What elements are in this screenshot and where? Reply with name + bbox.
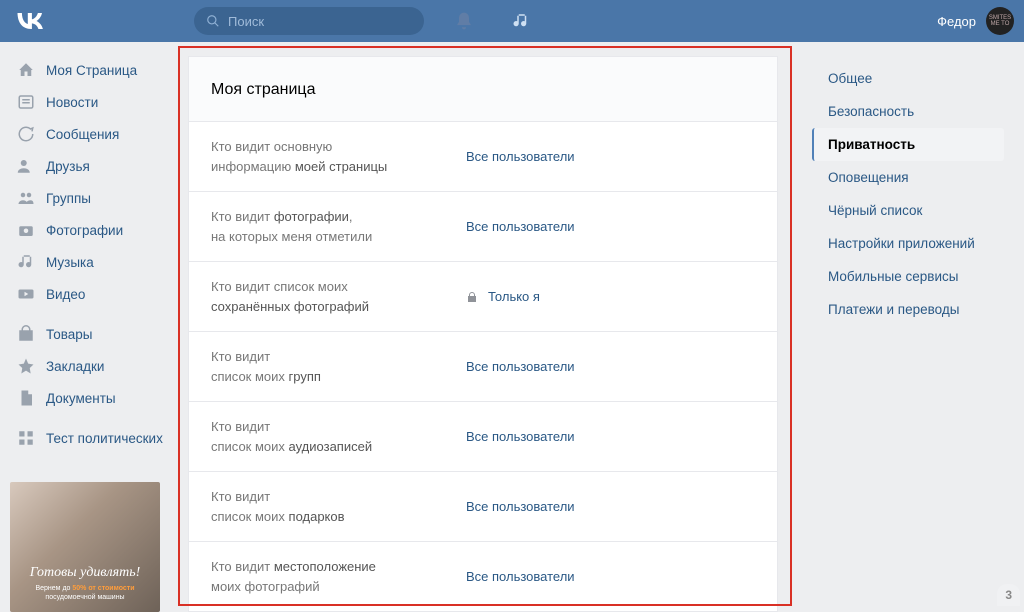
tab-app-settings[interactable]: Настройки приложений [814, 227, 1004, 260]
nav-label: Новости [46, 95, 98, 110]
tab-mobile[interactable]: Мобильные сервисы [814, 260, 1004, 293]
search-box[interactable] [194, 7, 424, 35]
nav-photos[interactable]: Фотографии [10, 214, 170, 246]
row-value[interactable]: Все пользователи [466, 499, 575, 514]
music-icon [16, 252, 36, 272]
row-label: Кто видит список моих подарков [211, 487, 466, 526]
row-value[interactable]: Только я [466, 289, 540, 304]
search-input[interactable] [228, 14, 412, 29]
nav-news[interactable]: Новости [10, 86, 170, 118]
topbar: Федор SMITESME TO [0, 0, 1024, 42]
bag-icon [16, 324, 36, 344]
privacy-row: Кто видит фотографии, на которых меня от… [189, 192, 777, 262]
ad-banner[interactable]: Готовы удивлять! Вернем до 50% от стоимо… [10, 482, 160, 612]
privacy-row: Кто видит основную информацию моей стран… [189, 122, 777, 192]
row-label: Кто видит список моих групп [211, 347, 466, 386]
nav-music[interactable]: Музыка [10, 246, 170, 278]
nav-label: Закладки [46, 359, 104, 374]
left-nav: Моя Страница Новости Сообщения Друзья Гр… [0, 42, 170, 610]
nav-groups[interactable]: Группы [10, 182, 170, 214]
nav-messages[interactable]: Сообщения [10, 118, 170, 150]
nav-label: Товары [46, 327, 92, 342]
tab-payments[interactable]: Платежи и переводы [814, 293, 1004, 326]
privacy-row: Кто видит местоположение моих фотографий… [189, 542, 777, 611]
messages-icon [16, 124, 36, 144]
nav-friends[interactable]: Друзья [10, 150, 170, 182]
bell-icon[interactable] [454, 11, 474, 31]
video-icon [16, 284, 36, 304]
nav-label: Друзья [46, 159, 90, 174]
nav-label: Тест политических [46, 431, 163, 446]
row-label: Кто видит список моих аудиозаписей [211, 417, 466, 456]
nav-label: Группы [46, 191, 91, 206]
nav-label: Музыка [46, 255, 94, 270]
search-icon [206, 14, 220, 28]
nav-bookmarks[interactable]: Закладки [10, 350, 170, 382]
tab-privacy[interactable]: Приватность [812, 128, 1004, 161]
nav-label: Сообщения [46, 127, 119, 142]
lock-icon [466, 291, 478, 303]
tab-security[interactable]: Безопасность [814, 95, 1004, 128]
row-label: Кто видит список моих сохранённых фотогр… [211, 277, 466, 316]
row-value[interactable]: Все пользователи [466, 569, 575, 584]
groups-icon [16, 188, 36, 208]
row-label: Кто видит основную информацию моей стран… [211, 137, 466, 176]
privacy-card: Моя страница Кто видит основную информац… [188, 56, 778, 612]
news-icon [16, 92, 36, 112]
row-value[interactable]: Все пользователи [466, 149, 575, 164]
privacy-row: Кто видит список моих аудиозаписей Все п… [189, 402, 777, 472]
app-icon [16, 428, 36, 448]
card-title: Моя страница [189, 57, 777, 122]
doc-icon [16, 388, 36, 408]
privacy-row: Кто видит список моих сохранённых фотогр… [189, 262, 777, 332]
friends-icon [16, 156, 36, 176]
privacy-row: Кто видит список моих групп Все пользова… [189, 332, 777, 402]
bottom-pill[interactable]: 3 [997, 584, 1020, 606]
vk-logo[interactable] [16, 13, 44, 29]
nav-label: Документы [46, 391, 116, 406]
privacy-row: Кто видит список моих подарков Все польз… [189, 472, 777, 542]
row-value[interactable]: Все пользователи [466, 359, 575, 374]
nav-documents[interactable]: Документы [10, 382, 170, 414]
camera-icon [16, 220, 36, 240]
row-label: Кто видит местоположение моих фотографий [211, 557, 466, 596]
music-icon[interactable] [512, 12, 530, 30]
nav-video[interactable]: Видео [10, 278, 170, 310]
row-value[interactable]: Все пользователи [466, 429, 575, 444]
nav-label: Моя Страница [46, 63, 137, 78]
tab-general[interactable]: Общее [814, 62, 1004, 95]
nav-label: Видео [46, 287, 85, 302]
nav-my-page[interactable]: Моя Страница [10, 54, 170, 86]
user-name: Федор [937, 14, 976, 29]
settings-tabs: Общее Безопасность Приватность Оповещени… [814, 62, 1004, 610]
tab-blacklist[interactable]: Чёрный список [814, 194, 1004, 227]
tab-notifications[interactable]: Оповещения [814, 161, 1004, 194]
star-icon [16, 356, 36, 376]
nav-market[interactable]: Товары [10, 318, 170, 350]
avatar: SMITESME TO [986, 7, 1014, 35]
topbar-icons [454, 11, 530, 31]
row-value[interactable]: Все пользователи [466, 219, 575, 234]
ad-text: Готовы удивлять! Вернем до 50% от стоимо… [16, 565, 154, 602]
home-icon [16, 60, 36, 80]
row-label: Кто видит фотографии, на которых меня от… [211, 207, 466, 246]
nav-label: Фотографии [46, 223, 123, 238]
nav-test[interactable]: Тест политических [10, 422, 170, 454]
main-content: Моя страница Кто видит основную информац… [178, 46, 792, 610]
user-menu[interactable]: Федор SMITESME TO [937, 7, 1014, 35]
